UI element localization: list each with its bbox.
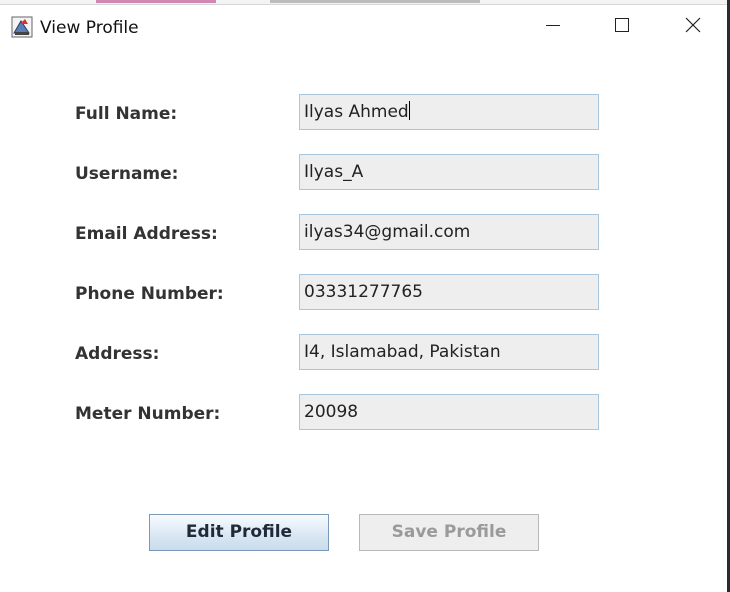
phone-label: Phone Number: bbox=[75, 284, 224, 304]
edit-profile-button[interactable]: Edit Profile bbox=[149, 514, 329, 551]
minimize-icon bbox=[546, 24, 560, 26]
meter-number-field[interactable]: 20098 bbox=[299, 394, 599, 430]
background-text-fragment bbox=[270, 0, 480, 3]
window-title: View Profile bbox=[40, 18, 139, 38]
save-profile-button[interactable]: Save Profile bbox=[359, 514, 539, 551]
full-name-label: Full Name: bbox=[75, 104, 178, 124]
maximize-icon bbox=[615, 18, 629, 32]
address-field[interactable]: I4, Islamabad, Pakistan bbox=[299, 334, 599, 370]
full-name-field[interactable]: Ilyas Ahmed bbox=[299, 94, 599, 130]
username-field[interactable]: Ilyas_A bbox=[299, 154, 599, 190]
app-logo-icon bbox=[11, 16, 33, 38]
email-label: Email Address: bbox=[75, 224, 218, 244]
minimize-button[interactable] bbox=[530, 5, 576, 45]
meter-number-label: Meter Number: bbox=[75, 404, 221, 424]
close-icon bbox=[685, 17, 701, 33]
username-label: Username: bbox=[75, 164, 179, 184]
full-name-value: Ilyas Ahmed bbox=[304, 102, 409, 122]
email-field[interactable]: ilyas34@gmail.com bbox=[299, 214, 599, 250]
text-caret bbox=[408, 101, 410, 120]
title-bar[interactable]: View Profile bbox=[0, 5, 727, 47]
close-button[interactable] bbox=[670, 5, 716, 45]
maximize-button[interactable] bbox=[599, 5, 645, 45]
phone-field[interactable]: 03331277765 bbox=[299, 274, 599, 310]
view-profile-window: View Profile Full Name: Ilyas Ahmed User… bbox=[0, 4, 727, 592]
background-text-fragment bbox=[96, 0, 216, 3]
profile-form: Full Name: Ilyas Ahmed Username: Ilyas_A… bbox=[0, 47, 727, 592]
address-label: Address: bbox=[75, 344, 160, 364]
